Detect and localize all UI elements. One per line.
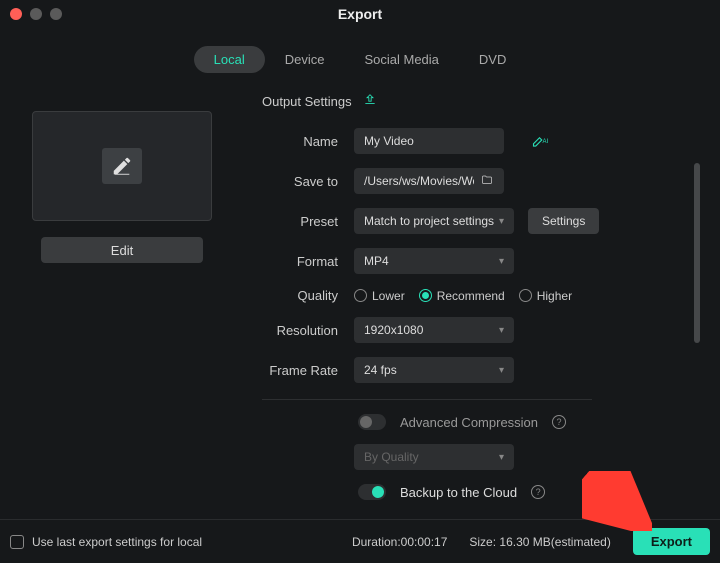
backup-toggle[interactable] — [358, 484, 386, 500]
format-value: MP4 — [364, 254, 389, 268]
tab-social-media[interactable]: Social Media — [344, 46, 458, 73]
row-saveto: Save to /Users/ws/Movies/Wonder — [262, 168, 694, 194]
use-last-checkbox[interactable] — [10, 535, 24, 549]
framerate-value: 24 fps — [364, 363, 397, 377]
chevron-down-icon: ▾ — [499, 256, 504, 267]
row-preset: Preset Match to project settings ▾ Setti… — [262, 208, 694, 234]
row-resolution: Resolution 1920x1080 ▾ — [262, 317, 694, 343]
name-input[interactable] — [354, 128, 504, 154]
quality-lower[interactable]: Lower — [354, 289, 405, 303]
settings-column: Output Settings Name AI Save to /Users/w… — [226, 93, 702, 503]
duration-text: Duration:00:00:17 — [352, 535, 447, 549]
row-advanced-compression: Advanced Compression ? — [262, 414, 694, 430]
format-select[interactable]: MP4 ▾ — [354, 248, 514, 274]
window-title: Export — [0, 6, 720, 22]
saveto-value: /Users/ws/Movies/Wonder — [364, 174, 474, 188]
tabs-row: Local Device Social Media DVD — [0, 46, 720, 73]
upload-icon[interactable] — [362, 93, 378, 110]
chevron-down-icon: ▾ — [499, 452, 504, 463]
radio-icon — [354, 289, 367, 302]
resolution-label: Resolution — [262, 323, 354, 338]
export-button[interactable]: Export — [633, 528, 710, 555]
tab-local[interactable]: Local — [194, 46, 265, 73]
resolution-value: 1920x1080 — [364, 323, 423, 337]
quality-recommend-label: Recommend — [437, 289, 505, 303]
chevron-down-icon: ▾ — [499, 325, 504, 336]
help-icon[interactable]: ? — [552, 415, 566, 429]
help-icon[interactable]: ? — [531, 485, 545, 499]
row-backup: Backup to the Cloud ? — [262, 484, 694, 500]
tab-dvd[interactable]: DVD — [459, 46, 526, 73]
saveto-label: Save to — [262, 174, 354, 189]
framerate-select[interactable]: 24 fps ▾ — [354, 357, 514, 383]
footer-right: Duration:00:00:17 Size: 16.30 MB(estimat… — [352, 528, 710, 555]
ai-pencil-icon[interactable]: AI — [532, 133, 550, 150]
tab-device[interactable]: Device — [265, 46, 345, 73]
row-quality: Quality Lower Recommend Higher — [262, 288, 694, 303]
row-adv-mode: By Quality ▾ — [262, 444, 694, 470]
name-label: Name — [262, 134, 354, 149]
format-label: Format — [262, 254, 354, 269]
chevron-down-icon: ▾ — [499, 365, 504, 376]
quality-label: Quality — [262, 288, 354, 303]
quality-recommend[interactable]: Recommend — [419, 289, 505, 303]
scrollbar[interactable] — [694, 163, 700, 343]
preview-thumbnail — [32, 111, 212, 221]
footer: Use last export settings for local Durat… — [0, 519, 720, 563]
chevron-down-icon: ▾ — [499, 216, 504, 227]
divider — [262, 399, 592, 400]
edit-button[interactable]: Edit — [41, 237, 203, 263]
use-last-label: Use last export settings for local — [32, 535, 202, 549]
row-format: Format MP4 ▾ — [262, 248, 694, 274]
adv-mode-select[interactable]: By Quality ▾ — [354, 444, 514, 470]
adv-mode-value: By Quality — [364, 450, 419, 464]
resolution-select[interactable]: 1920x1080 ▾ — [354, 317, 514, 343]
radio-icon — [519, 289, 532, 302]
section-header: Output Settings — [262, 93, 694, 110]
section-title: Output Settings — [262, 94, 352, 109]
framerate-label: Frame Rate — [262, 363, 354, 378]
edit-pencil-icon — [102, 148, 142, 184]
settings-button[interactable]: Settings — [528, 208, 599, 234]
quality-radio-group: Lower Recommend Higher — [354, 289, 572, 303]
backup-label: Backup to the Cloud — [400, 485, 517, 500]
adv-compression-label: Advanced Compression — [400, 415, 538, 430]
row-name: Name AI — [262, 128, 694, 154]
folder-icon[interactable] — [480, 174, 494, 189]
quality-higher-label: Higher — [537, 289, 572, 303]
size-text: Size: 16.30 MB(estimated) — [469, 535, 610, 549]
titlebar: Export — [0, 0, 720, 28]
svg-text:AI: AI — [543, 139, 549, 145]
radio-icon — [419, 289, 432, 302]
preset-label: Preset — [262, 214, 354, 229]
quality-higher[interactable]: Higher — [519, 289, 572, 303]
preview-column: Edit — [18, 93, 226, 503]
content-area: Edit Output Settings Name AI Save to /Us… — [0, 73, 720, 503]
row-framerate: Frame Rate 24 fps ▾ — [262, 357, 694, 383]
preset-value: Match to project settings — [364, 214, 494, 228]
preset-select[interactable]: Match to project settings ▾ — [354, 208, 514, 234]
saveto-field[interactable]: /Users/ws/Movies/Wonder — [354, 168, 504, 194]
adv-compression-toggle[interactable] — [358, 414, 386, 430]
tabs-container: Local Device Social Media DVD — [194, 46, 527, 73]
quality-lower-label: Lower — [372, 289, 405, 303]
